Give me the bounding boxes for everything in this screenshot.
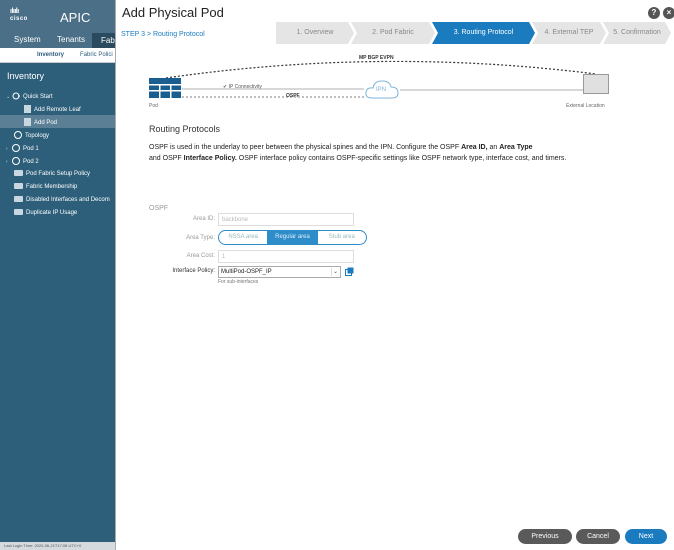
ipn-cloud-icon: IPN bbox=[364, 78, 400, 102]
wizard-step-pod-fabric[interactable]: 2. Pod Fabric bbox=[351, 22, 435, 44]
chevron-down-icon[interactable]: ⌄ bbox=[331, 268, 339, 276]
area-id-label: Area ID: bbox=[192, 216, 215, 222]
sidebar-item-disabled-interfaces[interactable]: Disabled Interfaces and Decom bbox=[0, 193, 115, 206]
area-id-field[interactable]: backbone bbox=[218, 213, 354, 226]
wizard-steps: 1. Overview 2. Pod Fabric 3. Routing Pro… bbox=[276, 22, 671, 44]
globe-icon bbox=[12, 157, 20, 165]
desc-part: OSPF is used in the underlay to peer bet… bbox=[149, 144, 462, 151]
sidebar-item-label: Pod 1 bbox=[23, 146, 39, 152]
sidebar-item-label: Pod 2 bbox=[23, 159, 39, 165]
description-text: OSPF is used in the underlay to peer bet… bbox=[149, 142, 654, 164]
area-type-label: Area Type: bbox=[186, 235, 215, 241]
cancel-button[interactable]: Cancel bbox=[576, 529, 620, 544]
desc-part: OSPF interface policy contains OSPF-spec… bbox=[236, 155, 567, 162]
interface-policy-value: MultiPod-OSPF_IP bbox=[221, 269, 272, 275]
sidebar-item-label: Quick Start bbox=[23, 94, 53, 100]
quickstart-icon bbox=[12, 92, 20, 100]
step-label: STEP 3 > Routing Protocol bbox=[121, 31, 205, 38]
dialog-title: Add Physical Pod bbox=[122, 5, 224, 20]
area-cost-label: Area Cost: bbox=[186, 253, 215, 259]
desc-bold: Area ID, bbox=[461, 144, 488, 151]
desc-part: an bbox=[487, 144, 500, 151]
area-type-selector: NSSA area Regular area Stub area bbox=[218, 230, 367, 245]
wizard-step-confirmation[interactable]: 5. Confirmation bbox=[603, 22, 671, 44]
interface-policy-select[interactable]: MultiPod-OSPF_IP ⌄ bbox=[218, 266, 341, 278]
pod-spine-icon bbox=[149, 78, 181, 98]
desc-bold: Interface Policy. bbox=[183, 155, 237, 162]
mpbgp-evpn-label: MP BGP EVPN bbox=[359, 55, 394, 61]
folder-icon bbox=[14, 196, 23, 202]
folder-icon bbox=[14, 183, 23, 189]
doc-icon bbox=[24, 105, 31, 113]
external-location-label: External Location bbox=[566, 103, 605, 109]
sidebar-item-pod-1[interactable]: › Pod 1 bbox=[0, 141, 115, 154]
wizard-step-routing-protocol[interactable]: 3. Routing Protocol bbox=[432, 22, 535, 44]
status-bar: Last Login Time: 2020-06-21T17:08 UTC+0 bbox=[0, 542, 115, 550]
close-button[interactable]: × bbox=[663, 7, 674, 19]
ospf-link-label: OSPF bbox=[286, 93, 300, 99]
sidebar-item-label: Topology bbox=[25, 133, 50, 139]
nav-tabs: System Tenants Fab bbox=[0, 33, 122, 48]
help-button[interactable]: ? bbox=[648, 7, 660, 19]
wizard-step-overview[interactable]: 1. Overview bbox=[276, 22, 354, 44]
sidebar-title: Inventory bbox=[7, 71, 45, 81]
pod-label: Pod bbox=[149, 103, 158, 109]
sidebar-item-label: Disabled Interfaces and Decom bbox=[26, 197, 110, 203]
sidebar-item-topology[interactable]: Topology bbox=[0, 128, 115, 141]
folder-icon bbox=[14, 170, 23, 176]
external-location-icon bbox=[583, 74, 609, 94]
area-type-nssa[interactable]: NSSA area bbox=[219, 231, 269, 244]
interface-policy-hint: For sub-interfaces bbox=[218, 279, 259, 285]
ip-connectivity-text: IP Connectivity bbox=[228, 84, 262, 90]
cisco-logo: ılıılı cisco bbox=[10, 8, 28, 22]
sidebar-item-pod-2[interactable]: › Pod 2 bbox=[0, 154, 115, 167]
topology-diagram: MP BGP EVPN Pod ✔ IP Connectivity OSPF I… bbox=[146, 52, 616, 112]
previous-button[interactable]: Previous bbox=[518, 529, 572, 544]
sidebar: Inventory ⌄ Quick Start Add Remote Leaf A… bbox=[0, 63, 115, 550]
subtab-inventory[interactable]: Inventory bbox=[37, 52, 64, 58]
sub-tabs: Inventory Fabric Polici bbox=[0, 48, 115, 63]
ospf-section-title: OSPF bbox=[149, 205, 169, 212]
globe-icon bbox=[12, 144, 20, 152]
ipn-label: IPN bbox=[376, 87, 387, 93]
ip-connectivity-label: ✔ IP Connectivity bbox=[223, 84, 262, 90]
folder-icon bbox=[14, 209, 23, 215]
desc-bold: Area Type bbox=[499, 144, 533, 151]
desc-part: and OSPF bbox=[149, 155, 184, 162]
sidebar-item-fabric-membership[interactable]: Fabric Membership bbox=[0, 180, 115, 193]
tab-system[interactable]: System bbox=[14, 35, 41, 44]
sidebar-item-label: Duplicate IP Usage bbox=[26, 210, 78, 216]
sidebar-item-duplicate-ip-usage[interactable]: Duplicate IP Usage bbox=[0, 206, 115, 219]
subtab-fabric-policies[interactable]: Fabric Polici bbox=[80, 52, 113, 58]
section-title: Routing Protocols bbox=[149, 124, 221, 134]
area-cost-field[interactable]: 1 bbox=[218, 250, 354, 263]
sidebar-item-add-pod[interactable]: Add Pod bbox=[0, 115, 115, 128]
sidebar-item-label: Add Remote Leaf bbox=[34, 107, 81, 113]
edit-policy-icon[interactable] bbox=[345, 267, 354, 276]
area-type-regular[interactable]: Regular area bbox=[268, 231, 318, 244]
area-type-stub[interactable]: Stub area bbox=[318, 231, 366, 244]
sidebar-item-pod-fabric-setup-policy[interactable]: Pod Fabric Setup Policy bbox=[0, 167, 115, 180]
next-button[interactable]: Next bbox=[625, 529, 667, 544]
topology-icon bbox=[14, 131, 22, 139]
tab-tenants[interactable]: Tenants bbox=[57, 35, 85, 44]
sidebar-item-label: Add Pod bbox=[34, 120, 58, 126]
add-physical-pod-dialog: Add Physical Pod ? × STEP 3 > Routing Pr… bbox=[115, 0, 674, 550]
app-title: APIC bbox=[60, 10, 91, 25]
interface-policy-label: Interface Policy: bbox=[172, 268, 215, 274]
sidebar-item-label: Pod Fabric Setup Policy bbox=[26, 171, 91, 177]
doc-icon bbox=[24, 118, 31, 126]
sidebar-item-quick-start[interactable]: ⌄ Quick Start bbox=[0, 89, 115, 102]
wizard-step-external-tep[interactable]: 4. External TEP bbox=[532, 22, 606, 44]
sidebar-item-label: Fabric Membership bbox=[26, 184, 78, 190]
sidebar-item-add-remote-leaf[interactable]: Add Remote Leaf bbox=[0, 102, 115, 115]
